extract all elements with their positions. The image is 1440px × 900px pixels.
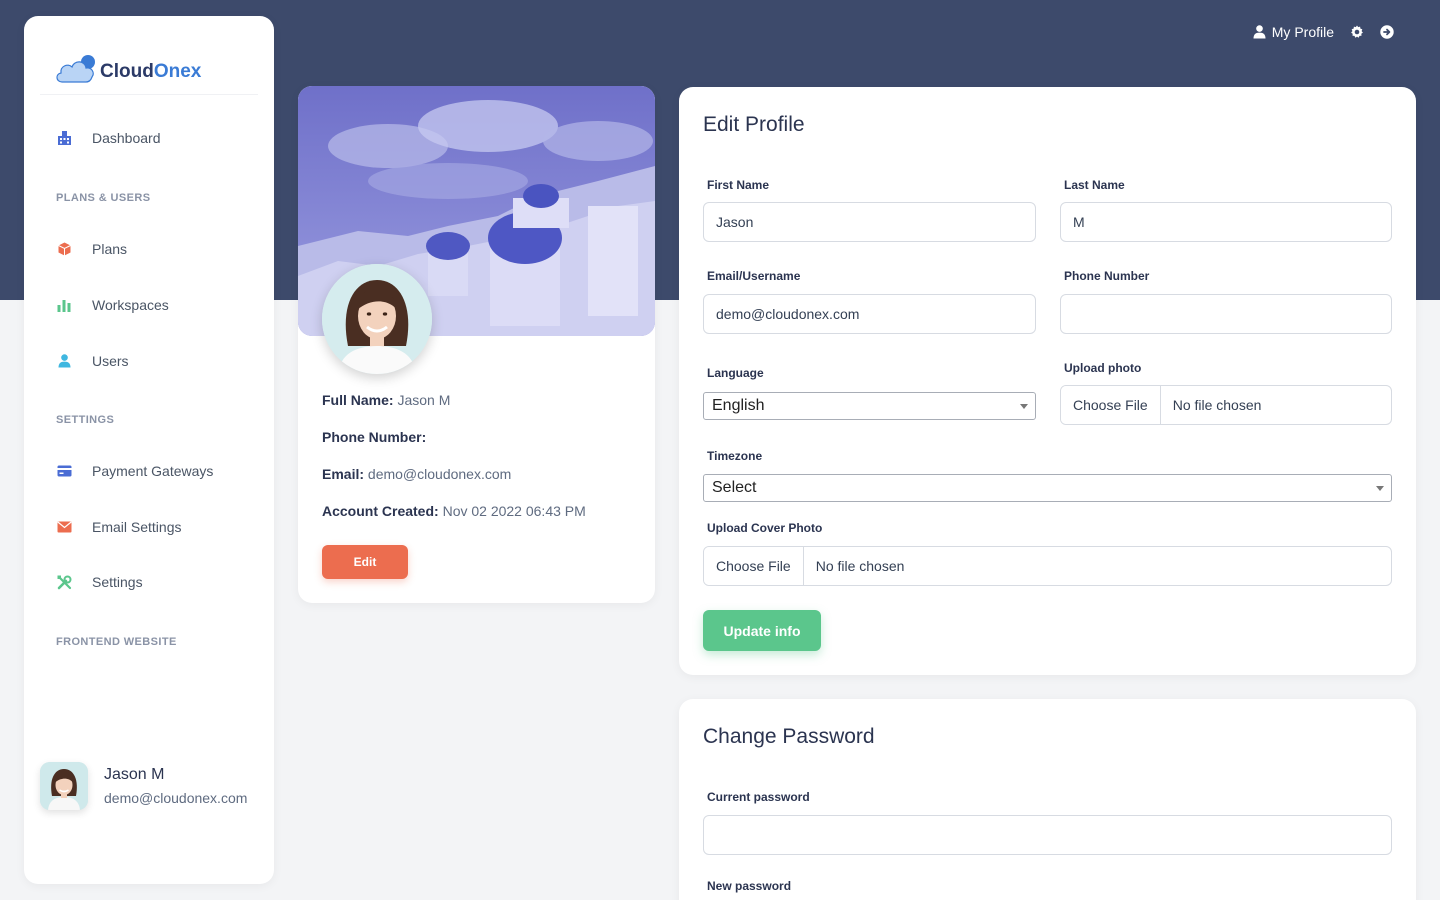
full-name-value: Jason M (397, 392, 451, 408)
sidebar-item-dashboard[interactable]: Dashboard (56, 130, 161, 146)
chevron-down-icon (1020, 404, 1028, 409)
email-value: demo@cloudonex.com (367, 466, 512, 482)
edit-button[interactable]: Edit (322, 545, 408, 579)
account-created-value: Nov 02 2022 06:43 PM (442, 503, 586, 519)
sidebar-item-label: Payment Gateways (92, 463, 214, 479)
sidebar-item-email-settings[interactable]: Email Settings (56, 519, 181, 535)
sidebar-item-settings[interactable]: Settings (56, 574, 143, 590)
timezone-value: Select (712, 479, 757, 496)
dashboard-icon (56, 130, 72, 146)
phone-label: Phone Number: (322, 429, 427, 445)
chevron-down-icon (1376, 486, 1384, 491)
email-label: Email: (322, 466, 365, 482)
change-password-title: Change Password (703, 725, 875, 748)
sidebar-item-label: Dashboard (92, 130, 161, 146)
choose-file-button[interactable]: Choose File (704, 547, 804, 585)
profile-card: Full Name: Jason M Phone Number: Email: … (298, 86, 655, 603)
sidebar-item-label: Workspaces (92, 297, 169, 313)
section-settings: SETTINGS (56, 414, 115, 426)
sidebar-item-label: Plans (92, 241, 128, 257)
section-plans-users: PLANS & USERS (56, 192, 151, 204)
phone-number-label: Phone Number (1064, 269, 1150, 283)
phone-number-input[interactable] (1060, 294, 1392, 334)
language-value: English (712, 397, 765, 414)
avatar (40, 762, 88, 810)
envelope-icon (56, 519, 72, 535)
account-created-label: Account Created: (322, 503, 439, 519)
timezone-label: Timezone (707, 449, 763, 463)
gear-icon[interactable] (1350, 25, 1364, 39)
user-icon (56, 353, 72, 369)
phone-line: Phone Number: (322, 429, 426, 445)
my-profile-label: My Profile (1271, 24, 1334, 40)
sidebar-item-label: Users (92, 353, 129, 369)
sidebar-item-label: Email Settings (92, 519, 182, 535)
current-password-label: Current password (707, 790, 810, 804)
current-password-input[interactable] (703, 815, 1392, 855)
tools-icon (56, 574, 72, 590)
first-name-input[interactable] (703, 202, 1036, 242)
edit-profile-title: Edit Profile (703, 113, 805, 136)
logo[interactable]: Cloud Onex (54, 54, 201, 90)
my-profile-link[interactable]: My Profile (1253, 24, 1334, 40)
top-nav: My Profile (1253, 20, 1394, 44)
box-icon (56, 241, 72, 257)
upload-photo-label: Upload photo (1064, 361, 1142, 375)
brand-name-part2: Onex (153, 61, 202, 82)
upload-cover-input: Choose File No file chosen (703, 546, 1392, 586)
edit-profile-card: Edit Profile First Name Last Name Email/… (679, 87, 1416, 675)
first-name-label: First Name (707, 178, 770, 192)
brand-name-part1: Cloud (100, 61, 154, 82)
sidebar-user-name: Jason M (104, 766, 165, 783)
language-label: Language (707, 366, 764, 380)
sidebar-item-plans[interactable]: Plans (56, 241, 127, 257)
last-name-input[interactable] (1060, 202, 1392, 242)
sidebar-item-users[interactable]: Users (56, 353, 129, 369)
timezone-select[interactable]: Select (703, 474, 1392, 502)
language-select[interactable]: English (703, 392, 1036, 420)
account-created-line: Account Created: Nov 02 2022 06:43 PM (322, 503, 586, 519)
upload-photo-input: Choose File No file chosen (1060, 385, 1392, 425)
credit-card-icon (56, 463, 72, 479)
sidebar-item-payment-gateways[interactable]: Payment Gateways (56, 463, 213, 479)
sidebar-item-label: Settings (92, 574, 143, 590)
new-password-label: New password (707, 879, 792, 893)
bar-chart-icon (56, 297, 72, 313)
logout-icon[interactable] (1380, 25, 1394, 39)
upload-cover-label: Upload Cover Photo (707, 521, 823, 535)
no-file-text: No file chosen (1172, 397, 1262, 413)
choose-file-button[interactable]: Choose File (1061, 386, 1161, 424)
no-file-text: No file chosen (815, 558, 905, 574)
email-username-label: Email/Username (707, 269, 801, 283)
change-password-card: Change Password Current password New pas… (679, 699, 1416, 900)
last-name-label: Last Name (1064, 178, 1125, 192)
full-name-label: Full Name: (322, 392, 394, 408)
user-icon (1253, 25, 1266, 39)
sidebar-user-email: demo@cloudonex.com (104, 790, 248, 806)
email-line: Email: demo@cloudonex.com (322, 466, 511, 482)
section-frontend-website[interactable]: FRONTEND WEBSITE (56, 636, 177, 648)
sidebar-item-workspaces[interactable]: Workspaces (56, 297, 169, 313)
email-username-input[interactable] (703, 294, 1036, 334)
cloud-logo-icon (54, 54, 98, 90)
update-info-button[interactable]: Update info (703, 610, 821, 651)
logo-divider (40, 94, 258, 95)
sidebar: Cloud Onex Dashboard PLANS & USERS Plans … (24, 16, 274, 884)
sidebar-user[interactable]: Jason M demo@cloudonex.com (40, 762, 247, 810)
profile-avatar (322, 264, 432, 374)
full-name-line: Full Name: Jason M (322, 392, 450, 408)
